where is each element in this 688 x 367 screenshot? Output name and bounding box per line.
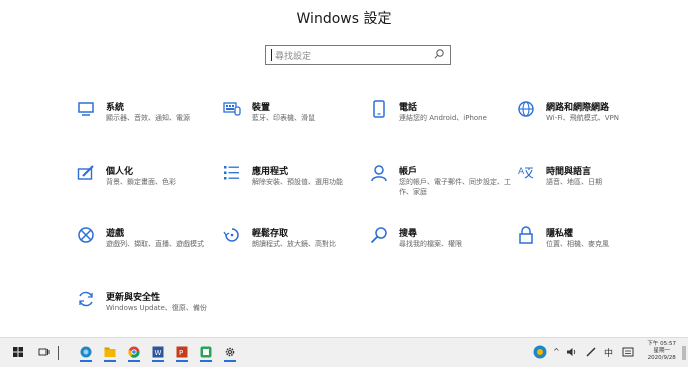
search-icon bbox=[434, 49, 444, 59]
category-update-security[interactable]: 更新與安全性 Windows Update、復原、備份 bbox=[77, 290, 222, 334]
xbox-icon bbox=[78, 227, 94, 243]
category-network[interactable]: 網路和網際網路 Wi-Fi、飛航模式、VPN bbox=[517, 100, 662, 144]
person-icon bbox=[371, 165, 387, 182]
assistant-icon[interactable] bbox=[533, 345, 547, 359]
category-desc: 尋找我的檔案、權限 bbox=[399, 240, 462, 248]
powerpoint-icon[interactable]: P bbox=[176, 346, 188, 362]
category-search[interactable]: 搜尋 尋找我的檔案、權限 bbox=[370, 226, 515, 270]
phone-icon bbox=[373, 100, 385, 118]
window-title: Windows 設定 bbox=[296, 11, 392, 27]
svg-text:P: P bbox=[179, 349, 183, 357]
category-apps[interactable]: 應用程式 解除安裝、預設值、選用功能 bbox=[223, 164, 368, 208]
clock[interactable]: 下午 05:57 星期一 2020/9/28 bbox=[647, 341, 676, 362]
devices-icon bbox=[223, 102, 241, 116]
category-name: 個人化 bbox=[106, 167, 134, 177]
category-desc: 藍牙、印表機、滑鼠 bbox=[252, 114, 315, 122]
browser-icon[interactable] bbox=[80, 346, 92, 362]
category-name: 輕鬆存取 bbox=[252, 229, 289, 239]
category-name: 隱私權 bbox=[546, 229, 574, 239]
search-placeholder: 尋找設定 bbox=[275, 52, 312, 62]
category-desc: 遊戲列、擷取、直播、遊戲模式 bbox=[106, 240, 204, 248]
category-desc: 位置、相機、麥克風 bbox=[546, 240, 609, 248]
category-desc: 顯示器、音效、通知、電源 bbox=[106, 114, 190, 122]
category-desc: Windows Update、復原、備份 bbox=[106, 304, 207, 312]
chevron-up-icon[interactable]: ^ bbox=[553, 347, 560, 356]
svg-text:W: W bbox=[155, 349, 162, 357]
volume-icon[interactable] bbox=[566, 346, 578, 358]
lock-icon bbox=[519, 226, 533, 244]
category-name: 遊戲 bbox=[106, 229, 125, 239]
svg-text:A: A bbox=[518, 167, 525, 177]
category-desc: 連結您的 Android、iPhone bbox=[399, 114, 487, 122]
category-name: 時間與語言 bbox=[546, 167, 592, 177]
taskbar-divider bbox=[58, 346, 59, 360]
category-accounts[interactable]: 帳戶 您的帳戶、電子郵件、同步設定、工作、家庭 bbox=[370, 164, 515, 208]
chat-app-icon[interactable] bbox=[200, 346, 212, 362]
chrome-icon[interactable] bbox=[128, 346, 140, 362]
settings-gear-icon[interactable] bbox=[224, 346, 236, 362]
ease-of-access-icon bbox=[223, 228, 239, 242]
display-icon bbox=[78, 102, 94, 116]
category-name: 帳戶 bbox=[399, 167, 418, 177]
category-ease-of-access[interactable]: 輕鬆存取 朗讀程式、放大鏡、高對比 bbox=[223, 226, 368, 270]
personalization-icon bbox=[77, 165, 94, 180]
category-name: 裝置 bbox=[252, 103, 271, 113]
text-caret bbox=[271, 49, 272, 61]
category-personalization[interactable]: 個人化 背景、鎖定畫面、色彩 bbox=[77, 164, 222, 208]
show-desktop-button[interactable] bbox=[682, 346, 686, 360]
update-icon bbox=[79, 291, 93, 307]
category-name: 更新與安全性 bbox=[106, 293, 161, 303]
globe-icon bbox=[518, 101, 534, 117]
clock-day: 星期一 bbox=[653, 348, 670, 354]
apps-list-icon bbox=[224, 166, 239, 180]
category-phone[interactable]: 電話 連結您的 Android、iPhone bbox=[370, 100, 515, 144]
ime-indicator[interactable]: 中 bbox=[604, 346, 613, 359]
category-desc: 朗讀程式、放大鏡、高對比 bbox=[252, 240, 336, 248]
category-name: 系統 bbox=[106, 103, 125, 113]
category-privacy[interactable]: 隱私權 位置、相機、麥克風 bbox=[517, 226, 662, 270]
category-desc: 背景、鎖定畫面、色彩 bbox=[106, 178, 176, 186]
category-name: 應用程式 bbox=[252, 167, 289, 177]
search-icon bbox=[370, 227, 387, 244]
clock-date: 2020/9/28 bbox=[647, 355, 676, 361]
category-desc: 語音、地區、日期 bbox=[546, 178, 602, 186]
keyboard-icon[interactable] bbox=[622, 346, 634, 358]
windows-start-icon[interactable] bbox=[12, 346, 24, 358]
category-desc: 解除安裝、預設值、選用功能 bbox=[252, 178, 343, 186]
task-view-icon[interactable] bbox=[38, 346, 50, 358]
category-gaming[interactable]: 遊戲 遊戲列、擷取、直播、遊戲模式 bbox=[77, 226, 222, 270]
clock-time: 下午 05:57 bbox=[647, 341, 676, 347]
category-time-language[interactable]: A 時間與語言 語音、地區、日期 bbox=[517, 164, 662, 208]
time-language-icon: A bbox=[518, 167, 534, 179]
taskbar: W P ^ 中 下午 05:57 星期一 2020/9/28 bbox=[0, 337, 688, 367]
search-input[interactable]: 尋找設定 bbox=[265, 45, 451, 65]
category-desc: Wi-Fi、飛航模式、VPN bbox=[546, 114, 619, 122]
category-devices[interactable]: 裝置 藍牙、印表機、滑鼠 bbox=[223, 100, 368, 144]
file-explorer-icon[interactable] bbox=[104, 346, 116, 362]
category-system[interactable]: 系統 顯示器、音效、通知、電源 bbox=[77, 100, 222, 144]
category-desc: 您的帳戶、電子郵件、同步設定、工作、家庭 bbox=[399, 178, 511, 196]
word-icon[interactable]: W bbox=[152, 346, 164, 362]
category-name: 網路和網際網路 bbox=[546, 103, 610, 113]
pen-icon[interactable] bbox=[585, 346, 597, 358]
category-name: 搜尋 bbox=[399, 229, 418, 239]
category-name: 電話 bbox=[399, 103, 418, 113]
